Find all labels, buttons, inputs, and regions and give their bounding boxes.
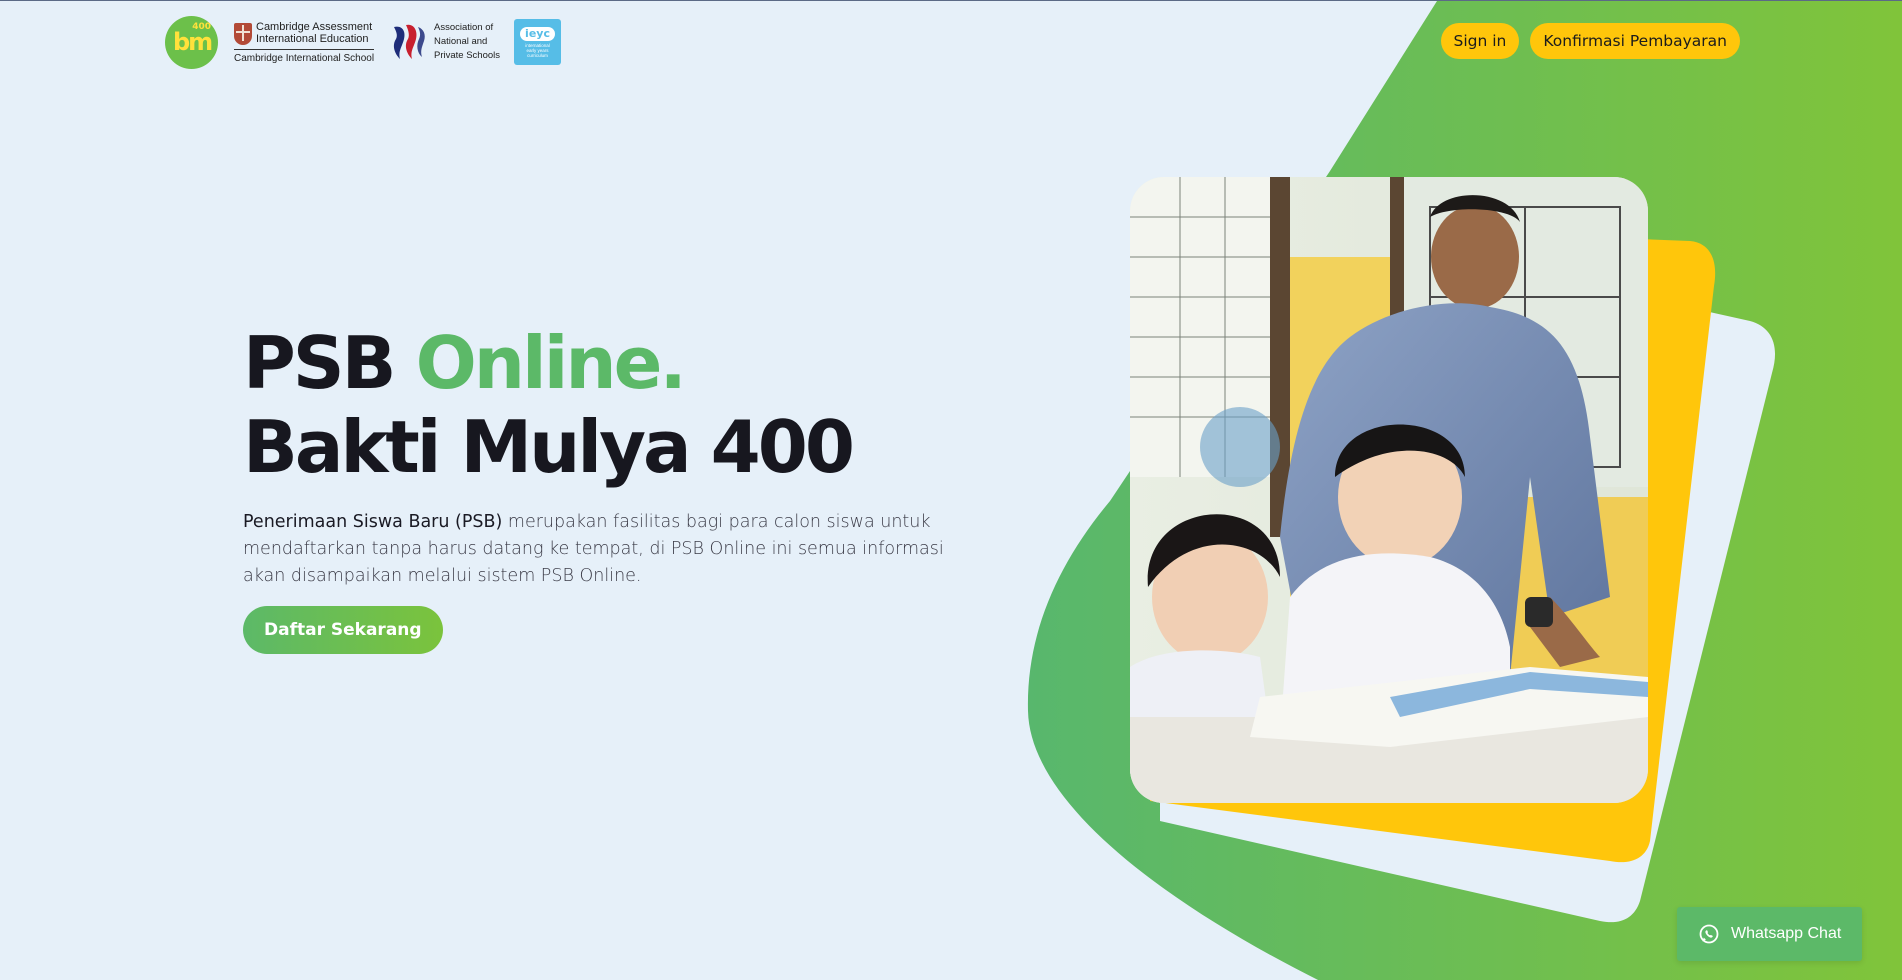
header-nav: Sign in Konfirmasi Pembayaran — [1440, 23, 1740, 59]
page-title: PSB Online. Bakti Mulya 400 — [243, 321, 1003, 489]
title-psb: PSB — [243, 321, 397, 405]
cambridge-shield-icon — [234, 22, 252, 45]
description-emphasis: Penerimaan Siswa Baru (PSB) — [243, 512, 503, 532]
logo-text: bm — [173, 27, 213, 56]
classroom-photo-illustration — [1130, 177, 1648, 803]
whatsapp-label: Whatsapp Chat — [1731, 925, 1842, 942]
cambridge-line2: International Education — [256, 32, 369, 45]
hero-description: Penerimaan Siswa Baru (PSB) merupakan fa… — [243, 509, 963, 590]
ieyc-badge: ieyc — [520, 26, 555, 41]
whatsapp-icon — [1699, 924, 1719, 944]
cambridge-line1: Cambridge Assessment — [256, 20, 373, 33]
cambridge-divider — [234, 48, 374, 50]
anps-line1: Association of — [434, 22, 494, 33]
anps-line2: National and — [434, 36, 488, 47]
anps-line3: Private Schools — [434, 50, 501, 61]
teacher-with-students-photo — [1130, 177, 1648, 803]
anps-mark-icon — [393, 24, 425, 60]
whatsapp-chat-button[interactable]: Whatsapp Chat — [1677, 907, 1862, 961]
partner-logos: 400 bm Cambridge Assessment Internationa… — [165, 15, 562, 69]
ieyc-logo: ieyc international early years curriculu… — [514, 19, 562, 65]
cambridge-subtitle: Cambridge International School — [234, 52, 375, 64]
register-now-button[interactable]: Daftar Sekarang — [243, 606, 443, 654]
confirm-payment-button[interactable]: Konfirmasi Pembayaran — [1530, 23, 1740, 59]
anps-logo: Association of National and Private Scho… — [390, 21, 500, 63]
title-school-name: Bakti Mulya 400 — [243, 405, 855, 489]
cambridge-logo: Cambridge Assessment International Educa… — [234, 21, 376, 64]
hero-section: PSB Online. Bakti Mulya 400 Penerimaan S… — [243, 321, 1003, 654]
title-online: Online. — [415, 321, 687, 405]
sign-in-button[interactable]: Sign in — [1440, 23, 1520, 59]
ieyc-line3: curriculum — [527, 52, 548, 58]
bakti-mulya-logo[interactable]: 400 bm — [165, 15, 218, 69]
site-header: 400 bm Cambridge Assessment Internationa… — [0, 1, 1902, 81]
